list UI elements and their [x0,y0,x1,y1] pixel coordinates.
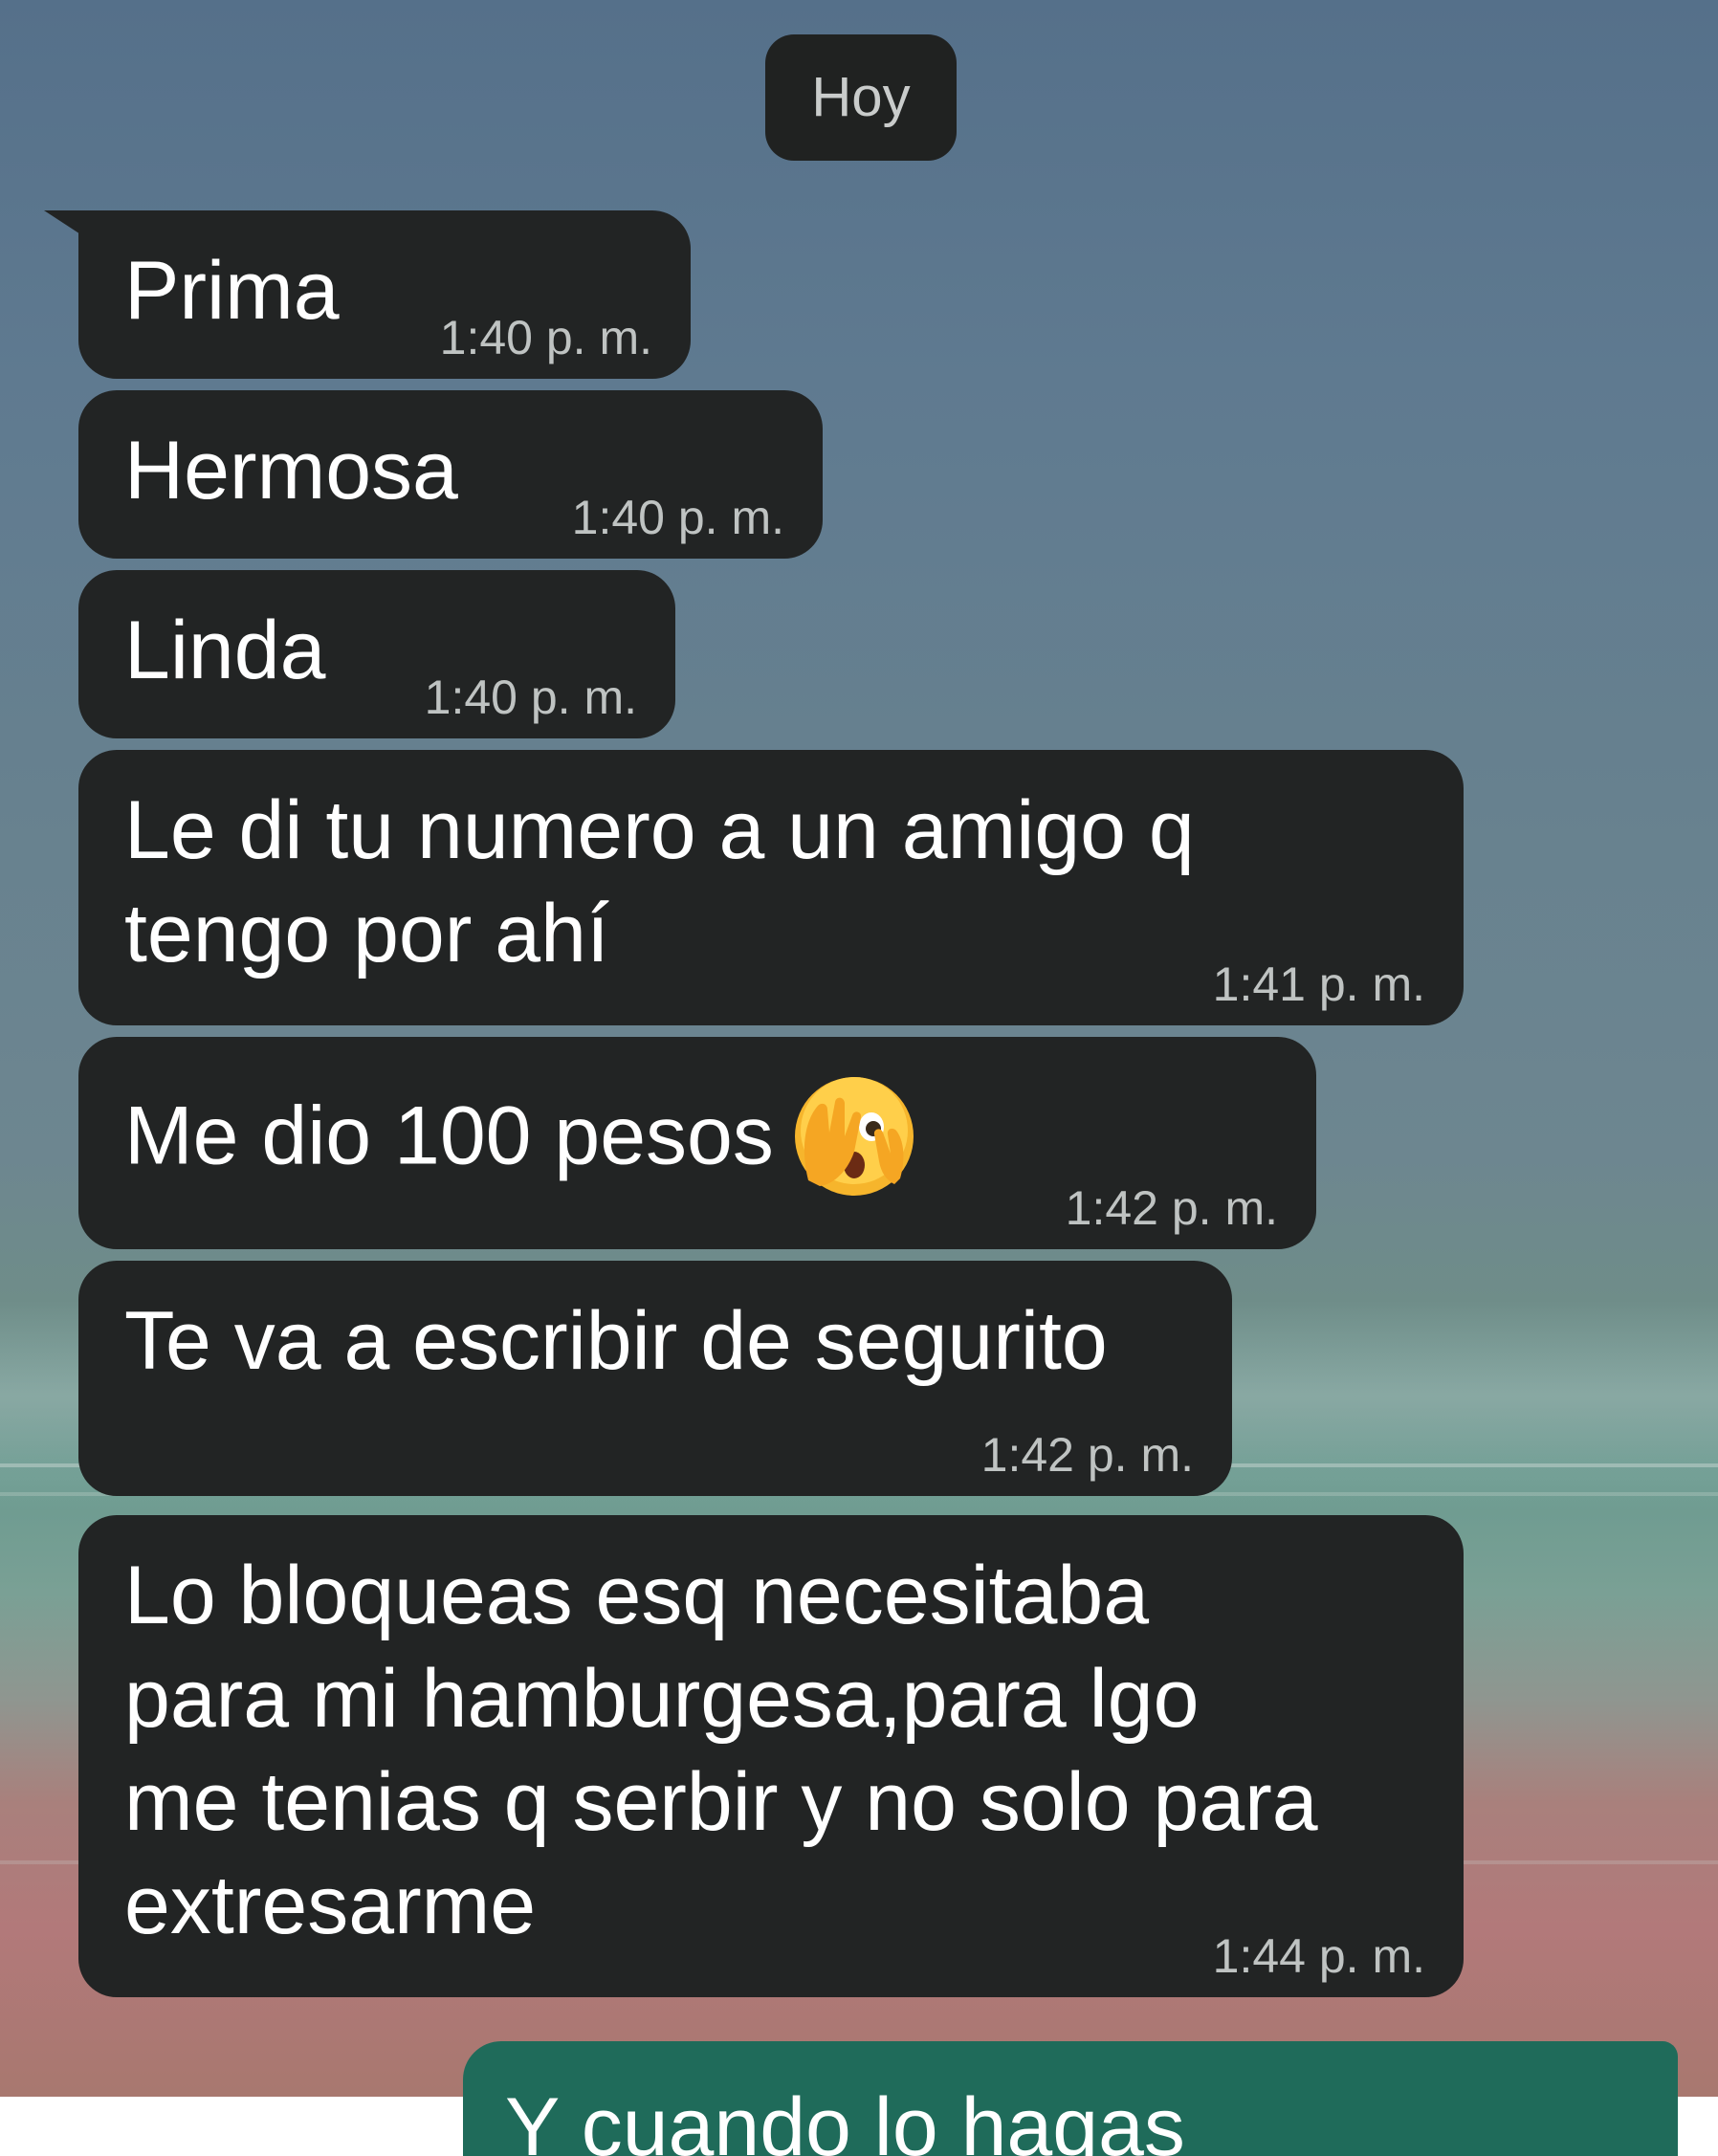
incoming-message-bubble[interactable]: Te va a escribir de segurito 1:42 p. m. [78,1261,1232,1496]
incoming-message-bubble[interactable]: Lo bloqueas esq necesitaba para mi hambu… [78,1515,1464,1997]
outgoing-message-text: Y cuando lo hagas [505,2081,1185,2156]
message-text-content: Me dio 100 pesos [124,1089,774,1182]
face-with-open-eyes-and-hand-over-mouth-icon [791,1073,917,1199]
bubble-tail [44,210,94,243]
incoming-message-bubble[interactable]: Me dio 100 pesos 1:42 p. m. [78,1037,1316,1249]
incoming-message-bubble[interactable]: Le di tu numero a un amigo q tengo por a… [78,750,1464,1025]
outgoing-message-bubble[interactable]: Y cuando lo hagas [463,2041,1678,2156]
message-text: Linda [124,605,326,696]
message-text: Me dio 100 pesos [124,1077,917,1205]
message-timestamp: 1:44 p. m. [1212,1929,1425,1983]
message-timestamp: 1:40 p. m. [439,311,652,364]
message-timestamp: 1:40 p. m. [571,491,784,544]
message-text: Te va a escribir de segurito [124,1295,1108,1387]
message-timestamp: 1:42 p. m. [1065,1181,1278,1235]
message-text: Hermosa [124,425,458,517]
date-separator: Hoy [765,34,957,161]
message-text: Lo bloqueas esq necesitaba para mi hambu… [124,1550,1318,1951]
message-text: Prima [124,245,340,337]
incoming-message-bubble[interactable]: Prima 1:40 p. m. [44,210,691,379]
message-text: Le di tu numero a un amigo q tengo por a… [124,784,1195,979]
message-timestamp: 1:41 p. m. [1212,957,1425,1011]
incoming-message-bubble[interactable]: Linda 1:40 p. m. [78,570,675,738]
message-timestamp: 1:40 p. m. [424,671,637,724]
incoming-message-bubble[interactable]: Hermosa 1:40 p. m. [78,390,823,559]
message-timestamp: 1:42 p. m. [980,1428,1194,1482]
